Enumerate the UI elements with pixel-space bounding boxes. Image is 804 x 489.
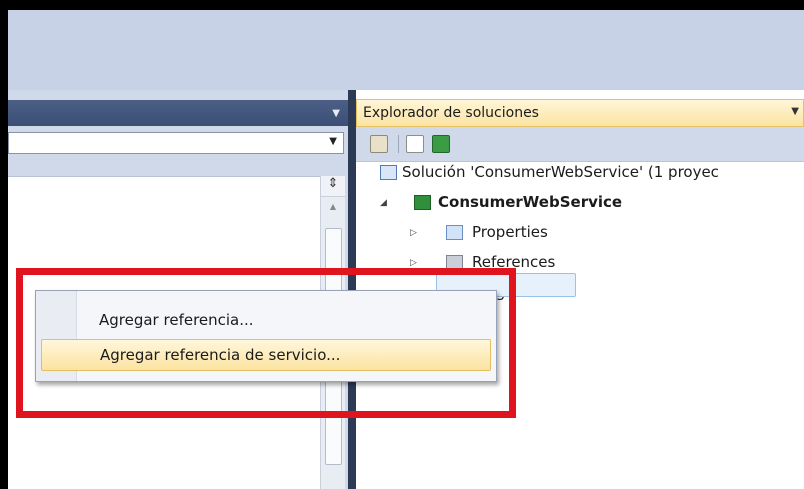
solution-explorer-header: Explorador de soluciones ▼: [356, 99, 804, 127]
scroll-up-icon[interactable]: ▲: [321, 202, 345, 216]
solution-explorer-toolbar: [356, 127, 804, 162]
expand-icon[interactable]: ▷: [410, 228, 417, 238]
editor-tab-strip: ▼: [8, 100, 348, 126]
chevron-down-icon[interactable]: ▼: [329, 136, 337, 147]
panel-dropdown-icon[interactable]: ▼: [791, 106, 799, 117]
solution-icon: [380, 165, 397, 180]
folder-icon: [446, 225, 463, 240]
expand-icon[interactable]: ▷: [410, 258, 417, 268]
show-all-files-icon[interactable]: [406, 135, 424, 153]
collapse-icon[interactable]: ◢: [380, 198, 387, 208]
split-icon[interactable]: ⇕: [321, 176, 345, 197]
panel-title: Explorador de soluciones: [363, 105, 539, 121]
members-dropdown[interactable]: ▼: [8, 132, 344, 154]
toolbar-separator: [398, 135, 399, 153]
project-label: ConsumerWebService: [438, 193, 623, 211]
solution-label: Solución 'ConsumerWebService' (1 proyec: [402, 163, 719, 181]
csharp-project-icon: [414, 195, 431, 210]
properties-label: Properties: [472, 223, 548, 241]
title-bar: [8, 10, 804, 90]
refresh-icon[interactable]: [432, 135, 450, 153]
tab-dropdown-icon[interactable]: ▼: [332, 108, 340, 119]
red-annotation-rectangle: [16, 268, 516, 418]
properties-icon[interactable]: [370, 135, 388, 153]
